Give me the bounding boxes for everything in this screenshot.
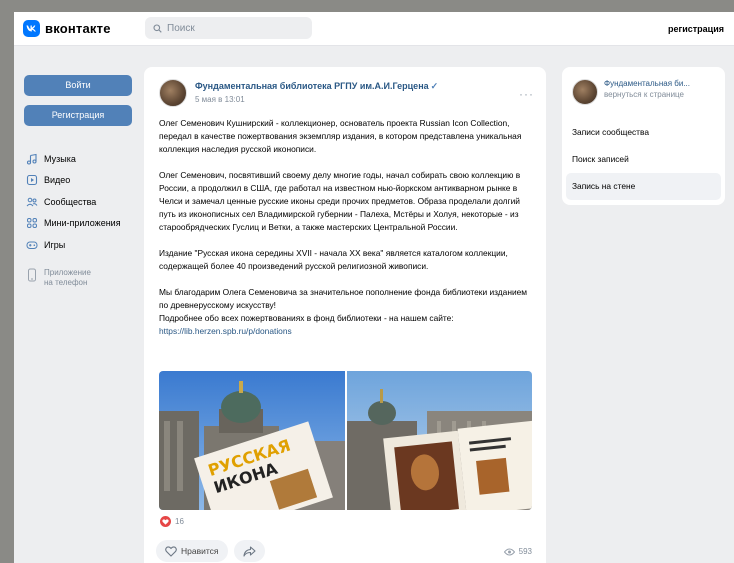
back-to-page-link[interactable]: вернуться к странице: [604, 90, 714, 99]
views-counter: 593: [503, 547, 532, 556]
group-name[interactable]: Фундаментальная би...: [604, 79, 714, 88]
sidebar-item-label: Видео: [44, 175, 71, 186]
post-paragraph: Издание "Русская икона середины XVII - н…: [159, 248, 508, 271]
sidebar-item-label: Игры: [44, 239, 66, 250]
logo-text: вконтакте: [45, 21, 111, 36]
photo-book-cover[interactable]: РУССКАЯ ИКОНА: [159, 371, 345, 510]
search-input[interactable]: [167, 22, 297, 34]
post-paragraph: Олег Семенович, посвятивший своему делу …: [159, 170, 521, 232]
mini-apps-icon: [27, 218, 37, 229]
share-button[interactable]: [233, 540, 265, 562]
left-sidebar: Войти Регистрация Музыка Видео Сообществ…: [24, 75, 134, 288]
browser-frame: вконтакте регистрация Войти Регистрация …: [14, 12, 734, 563]
sidebar-item-communities[interactable]: Сообщества: [24, 191, 134, 213]
post-paragraph: Мы благодарим Олега Семеновича за значит…: [159, 286, 534, 338]
sidebar-item-mini-apps[interactable]: Мини-приложения: [24, 213, 134, 235]
post-header: Фундаментальная библиотека РГПУ им.А.И.Г…: [159, 79, 438, 107]
search-icon: [153, 23, 162, 33]
app-label-line1: Приложение: [44, 267, 91, 277]
phone-icon: [28, 268, 36, 281]
sidebar-item-music[interactable]: Музыка: [24, 148, 134, 170]
sidebar-item-games[interactable]: Игры: [24, 234, 134, 256]
post-photos: РУССКАЯ ИКОНА: [159, 371, 532, 510]
menu-wall-post[interactable]: Запись на стене: [566, 173, 721, 200]
vk-logo[interactable]: вконтакте: [23, 20, 111, 37]
communities-icon: [26, 197, 38, 207]
avatar[interactable]: [159, 79, 187, 107]
register-button[interactable]: Регистрация: [24, 105, 132, 126]
more-options-icon[interactable]: ···: [519, 87, 534, 101]
like-button-label: Нравится: [181, 546, 219, 556]
right-sidebar: Фундаментальная би... вернуться к страни…: [562, 67, 725, 205]
sidebar-item-label: Сообщества: [44, 196, 97, 207]
views-count: 593: [518, 547, 532, 556]
likes-summary[interactable]: 16: [160, 516, 184, 527]
login-button[interactable]: Войти: [24, 75, 132, 96]
app-label-line2: на телефон: [44, 277, 88, 287]
eye-icon: [503, 548, 515, 555]
sidebar-item-label: Музыка: [44, 153, 76, 164]
music-icon: [26, 153, 37, 165]
heart-outline-icon: [165, 545, 177, 557]
sidebar-nav: Музыка Видео Сообщества Мини-приложения …: [24, 148, 134, 288]
nav-divider: [24, 256, 134, 268]
menu-search-posts[interactable]: Поиск записей: [566, 146, 721, 173]
sidebar-item-label: Мини-приложения: [44, 218, 121, 229]
wall-post: Фундаментальная библиотека РГПУ им.А.И.Г…: [144, 67, 546, 563]
post-author[interactable]: Фундаментальная библиотека РГПУ им.А.И.Г…: [195, 81, 429, 91]
heart-icon: [160, 516, 171, 527]
search-box[interactable]: [145, 17, 312, 39]
menu-community-posts[interactable]: Записи сообщества: [566, 119, 721, 146]
post-more-text: Подробнее обо всех пожертвованиях в фонд…: [159, 313, 454, 323]
post-actions: Нравится: [156, 540, 265, 562]
donations-link[interactable]: https://lib.herzen.spb.ru/p/donations: [159, 326, 292, 336]
share-icon: [242, 545, 256, 557]
video-icon: [26, 175, 38, 186]
verified-icon: ✓: [430, 81, 439, 91]
vk-logo-icon: [23, 20, 40, 37]
sidebar-item-video[interactable]: Видео: [24, 170, 134, 192]
sidebar-item-mobile-app[interactable]: Приложение на телефон: [24, 268, 134, 288]
games-icon: [26, 241, 38, 249]
post-date[interactable]: 5 мая в 13:01: [195, 95, 438, 104]
post-text: Олег Семенович Кушнирский - коллекционер…: [159, 117, 534, 351]
post-thanks-text: Мы благодарим Олега Семеновича за значит…: [159, 287, 528, 310]
register-link[interactable]: регистрация: [668, 24, 724, 34]
like-button[interactable]: Нравится: [156, 540, 228, 562]
photo-book-open[interactable]: [346, 371, 532, 510]
post-paragraph: Олег Семенович Кушнирский - коллекционер…: [159, 118, 522, 154]
top-bar: вконтакте регистрация: [14, 12, 734, 46]
likes-count: 16: [175, 517, 184, 526]
wall-menu: Записи сообщества Поиск записей Запись н…: [562, 115, 725, 204]
group-avatar: [572, 79, 598, 105]
group-card[interactable]: Фундаментальная би... вернуться к страни…: [562, 67, 725, 115]
